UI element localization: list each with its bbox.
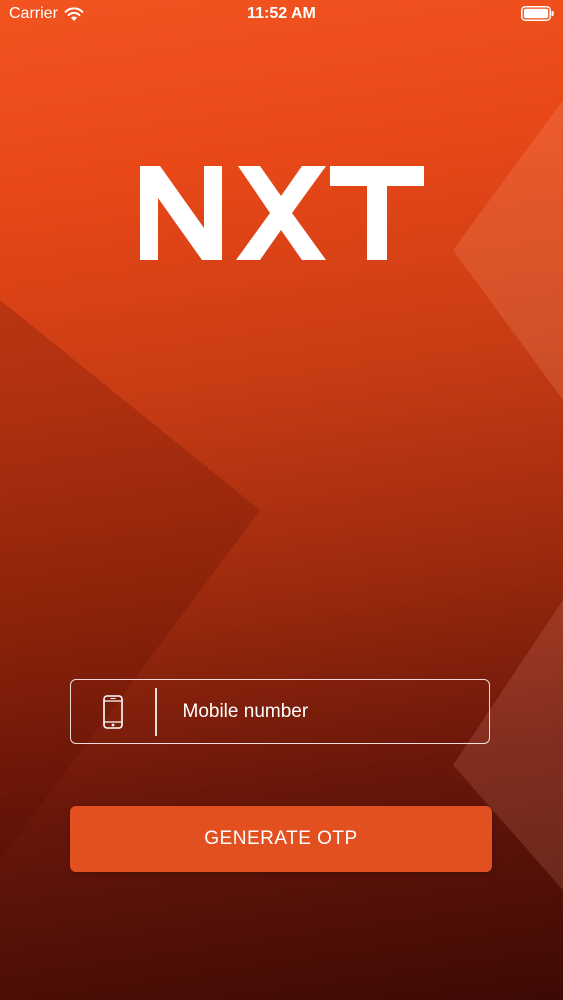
background-chevron-right-bottom [453, 600, 563, 890]
mobile-number-field[interactable] [70, 679, 490, 744]
login-screen: Carrier 11:52 AM Mobile number GENERATE … [0, 0, 563, 1000]
background-chevron-right-top [453, 100, 563, 400]
mobile-number-input[interactable] [156, 679, 489, 744]
battery-icon [521, 6, 554, 21]
mobile-phone-icon [71, 680, 155, 743]
status-time: 11:52 AM [247, 5, 316, 22]
generate-otp-button[interactable]: GENERATE OTP [70, 806, 492, 872]
status-bar: Carrier 11:52 AM [0, 0, 563, 30]
nxt-logo [140, 166, 424, 260]
background-chevron-left [0, 300, 260, 860]
